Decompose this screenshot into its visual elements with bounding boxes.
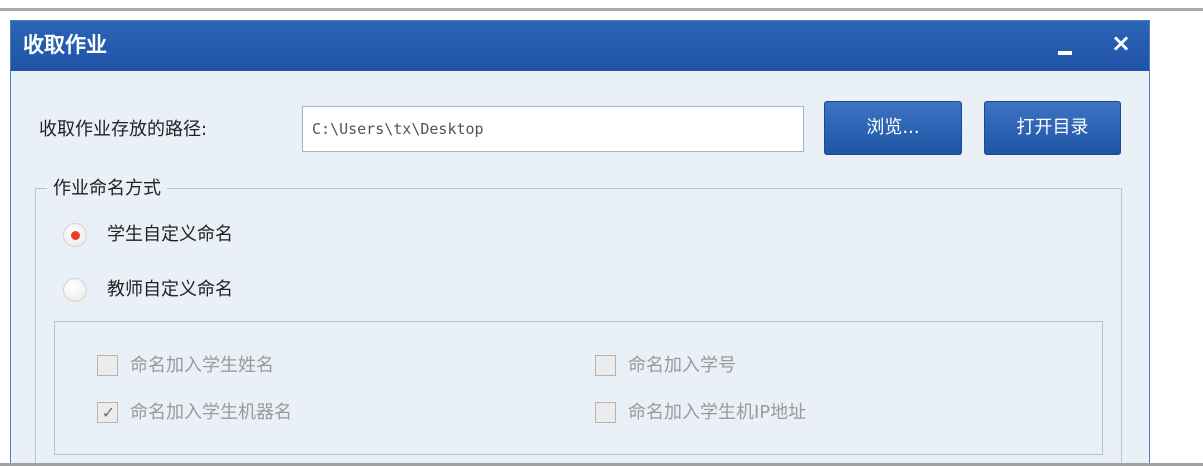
checkbox[interactable] xyxy=(595,402,616,423)
naming-method-legend: 作业命名方式 xyxy=(47,177,167,201)
radio-selected-dot xyxy=(71,231,80,240)
minimize-button[interactable] xyxy=(1049,21,1089,71)
minimize-icon xyxy=(1058,51,1072,55)
browse-button[interactable]: 浏览... xyxy=(824,101,962,155)
checkbox-label: 命名加入学生机器名 xyxy=(130,402,292,423)
checkbox-label: 命名加入学号 xyxy=(628,355,736,376)
receive-homework-dialog: 收取作业 × 收取作业存放的路径: 浏览... 打开目录 作业命名方式 学生自定… xyxy=(10,20,1150,466)
checkbox-label: 命名加入学生机IP地址 xyxy=(628,402,807,423)
save-path-input[interactable] xyxy=(302,106,804,152)
close-button[interactable]: × xyxy=(1101,21,1141,71)
radio-label: 学生自定义命名 xyxy=(107,224,233,245)
naming-options-box: 命名加入学生姓名 命名加入学号 ✓ 命名加入学生机器名 命名加入学生机IP地址 xyxy=(54,321,1103,455)
checkmark-icon: ✓ xyxy=(101,403,116,422)
checkbox[interactable] xyxy=(97,355,118,376)
checkbox[interactable] xyxy=(595,355,616,376)
checkbox-label: 命名加入学生姓名 xyxy=(130,355,274,376)
window-title: 收取作业 xyxy=(23,33,107,57)
top-separator xyxy=(0,8,1203,11)
checkbox[interactable]: ✓ xyxy=(97,402,118,423)
radio-button-selected[interactable] xyxy=(63,223,87,247)
radio-label: 教师自定义命名 xyxy=(107,279,233,300)
open-directory-button[interactable]: 打开目录 xyxy=(984,101,1121,155)
radio-button-unselected[interactable] xyxy=(63,278,87,302)
titlebar: 收取作业 × xyxy=(11,21,1149,71)
save-path-label: 收取作业存放的路径: xyxy=(39,119,208,140)
close-icon: × xyxy=(1110,29,1132,57)
